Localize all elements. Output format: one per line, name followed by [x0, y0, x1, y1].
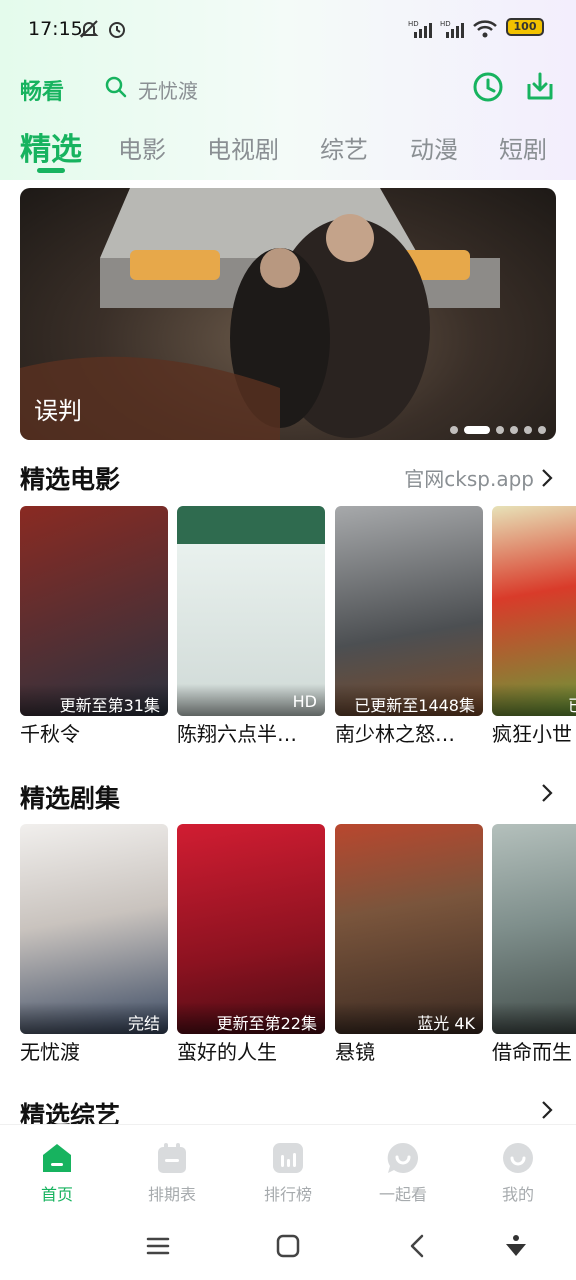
media-card[interactable]: HD 陈翔六点半…	[177, 506, 325, 746]
tab-movies[interactable]: 电影	[118, 130, 166, 165]
tab-featured[interactable]: 精选	[20, 124, 82, 169]
card-title: 千秋令	[20, 722, 80, 746]
bottom-nav: 首页 排期表 排行榜 一起看 我的	[0, 1124, 576, 1214]
carousel-dot[interactable]	[450, 426, 458, 434]
nav-ranking[interactable]: 排行榜	[248, 1141, 328, 1205]
alarm-icon	[109, 22, 125, 38]
svg-text:HD: HD	[440, 20, 451, 28]
nav-profile[interactable]: 我的	[478, 1141, 558, 1205]
card-title: 蛮好的人生	[177, 1040, 277, 1064]
tab-indicator	[37, 168, 65, 173]
section-more-series[interactable]	[534, 783, 554, 803]
media-card[interactable]: 已更新至1448集 南少林之怒…	[335, 506, 483, 746]
media-card[interactable]: 已更新至 疯狂小世	[492, 506, 576, 746]
poster: 完结	[20, 824, 168, 1034]
back-icon[interactable]	[404, 1232, 432, 1260]
card-title: 陈翔六点半…	[177, 722, 297, 746]
status-bar: 17:15 HD HD 100	[0, 0, 576, 60]
menu-icon[interactable]	[144, 1232, 172, 1260]
poster-badge: 蓝光 4K	[335, 1002, 483, 1034]
chevron-right-icon	[542, 468, 553, 487]
banner-title: 误判	[34, 397, 82, 425]
tab-variety[interactable]: 综艺	[320, 130, 368, 165]
carousel-dot[interactable]	[538, 426, 546, 434]
card-title: 悬镜	[335, 1040, 375, 1064]
history-icon[interactable]	[471, 70, 505, 104]
chevron-right-icon	[542, 1101, 553, 1119]
system-nav-bar	[0, 1214, 576, 1280]
section-title-movies: 精选电影	[20, 465, 121, 494]
section-title-series: 精选剧集	[20, 784, 121, 813]
poster-badge: HD	[177, 684, 325, 716]
signal-2-icon: HD	[440, 20, 464, 38]
carousel-dot[interactable]	[524, 426, 532, 434]
mute-bell-icon	[79, 20, 99, 38]
category-tabs: 精选 电影 电视剧 综艺 动漫 短剧	[0, 124, 576, 180]
signal-1-icon: HD	[408, 20, 432, 38]
chevron-right-icon	[542, 784, 553, 802]
carousel-dots	[450, 426, 546, 434]
search-bar[interactable]: 无忧渡	[92, 65, 452, 109]
home-square-icon[interactable]	[274, 1232, 302, 1260]
search-placeholder: 无忧渡	[138, 79, 198, 103]
calendar-icon	[158, 1143, 186, 1173]
tab-tv-series[interactable]: 电视剧	[207, 130, 279, 165]
poster: 已更新至	[492, 506, 576, 716]
carousel-dot[interactable]	[464, 426, 490, 434]
brand-logo: 畅看	[20, 80, 65, 105]
assistant-icon[interactable]	[502, 1232, 530, 1260]
carousel-dot[interactable]	[510, 426, 518, 434]
poster-badge: 已更新至1448集	[335, 684, 483, 716]
nav-label: 首页	[40, 1185, 73, 1204]
poster: 蓝光	[492, 824, 576, 1034]
chart-icon	[273, 1143, 303, 1173]
hero-banner[interactable]: 误判	[20, 188, 556, 440]
status-time: 17:15	[28, 18, 83, 40]
nav-schedule[interactable]: 排期表	[132, 1141, 212, 1205]
media-card[interactable]: 更新至第31集 千秋令	[20, 506, 168, 746]
card-title: 无忧渡	[20, 1040, 80, 1064]
tab-short-drama[interactable]: 短剧	[499, 130, 547, 165]
poster: 蓝光 4K	[335, 824, 483, 1034]
home-icon	[43, 1144, 71, 1172]
poster-badge: 更新至第31集	[20, 684, 168, 716]
card-title: 借命而生	[492, 1040, 572, 1064]
search-icon	[105, 76, 127, 98]
profile-icon	[503, 1143, 533, 1173]
battery-indicator: 100	[506, 18, 544, 36]
poster: 更新至第22集	[177, 824, 325, 1034]
series-row: 完结 无忧渡 更新至第22集 蛮好的人生 蓝光 4K 悬镜 蓝光 借命而生	[20, 824, 576, 1064]
nav-label: 排行榜	[263, 1185, 312, 1204]
poster-badge: 完结	[20, 1002, 168, 1034]
card-title: 南少林之怒…	[335, 722, 455, 746]
nav-watch-together[interactable]: 一起看	[363, 1141, 443, 1205]
media-card[interactable]: 蓝光 借命而生	[492, 824, 576, 1064]
nav-home[interactable]: 首页	[17, 1141, 97, 1205]
poster-badge: 更新至第22集	[177, 1002, 325, 1034]
section-more-variety[interactable]	[534, 1100, 554, 1120]
nav-label: 我的	[501, 1185, 534, 1204]
poster: 更新至第31集	[20, 506, 168, 716]
poster: HD	[177, 506, 325, 716]
media-card[interactable]: 蓝光 4K 悬镜	[335, 824, 483, 1064]
carousel-dot[interactable]	[496, 426, 504, 434]
banner-image	[20, 188, 500, 440]
wifi-icon	[473, 20, 497, 38]
media-card[interactable]: 完结 无忧渡	[20, 824, 168, 1064]
svg-text:HD: HD	[408, 20, 419, 28]
poster: 已更新至1448集	[335, 506, 483, 716]
media-card[interactable]: 更新至第22集 蛮好的人生	[177, 824, 325, 1064]
poster-badge: 蓝光	[492, 1002, 576, 1034]
nav-label: 一起看	[378, 1185, 427, 1204]
card-title: 疯狂小世	[492, 722, 572, 746]
chat-icon	[387, 1142, 418, 1173]
tab-anime[interactable]: 动漫	[410, 130, 458, 165]
section-more-label: 官网cksp.app	[404, 467, 534, 491]
section-more-movies[interactable]: 官网cksp.app	[404, 463, 554, 492]
poster-badge: 已更新至	[492, 684, 576, 716]
download-icon[interactable]	[523, 70, 557, 104]
nav-label: 排期表	[147, 1185, 196, 1204]
movies-row: 更新至第31集 千秋令 HD 陈翔六点半… 已更新至1448集 南少林之怒… 已…	[20, 506, 576, 746]
